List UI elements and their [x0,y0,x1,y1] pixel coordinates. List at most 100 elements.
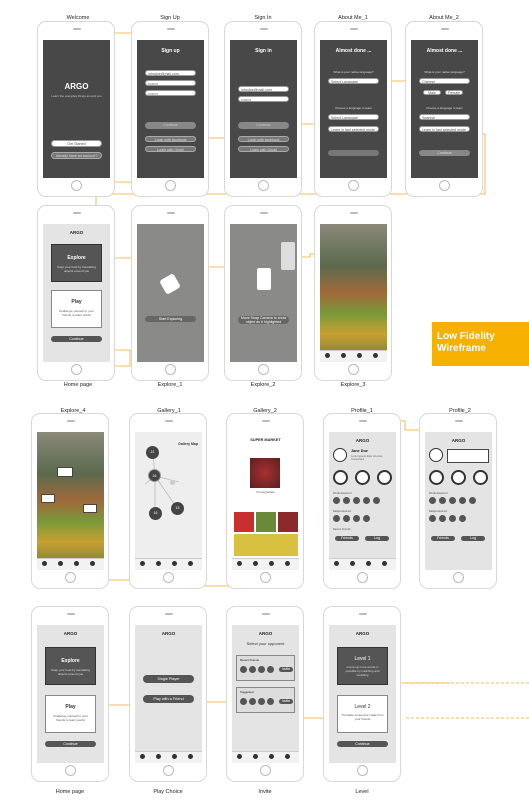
caption-invite: Invite [258,789,272,795]
native-language-select[interactable]: Chinese [419,78,470,84]
gallery-tab-icon[interactable] [269,561,274,566]
explore-tab-icon[interactable] [42,561,47,566]
screen-profile2: ARGO Words Explored Badges Earned Friend… [419,413,497,589]
about1-title: Almost done ... [335,48,372,54]
suggested-label: Suggested [240,690,254,694]
item-image[interactable] [250,458,280,488]
gallery-tab-icon[interactable] [74,561,79,566]
profile-tab-icon[interactable] [188,754,193,759]
thumb-image[interactable] [278,512,298,532]
gallery-tab-icon[interactable] [357,353,362,358]
banana-image[interactable] [234,534,298,556]
play-with-friend-button[interactable]: Play with a Friend [143,695,194,703]
explore-tab-icon[interactable] [237,561,242,566]
continue-button[interactable]: Continue [419,150,470,156]
confirm-password-field[interactable]: •••••••• [145,90,196,96]
get-started-button[interactable]: Get Started [51,140,102,147]
continue-button[interactable]: Continue [51,336,102,342]
learn-language-select[interactable]: Select Language [328,114,379,120]
friends-button[interactable]: Friends [431,536,455,541]
home-button-icon [163,765,174,776]
play-card[interactable]: Play Challenge yourself or your friends … [51,290,102,328]
password-field[interactable]: •••••••• [145,80,196,86]
gallery-tab-icon[interactable] [172,754,177,759]
recent-friends-label: Recent Friends [333,528,351,531]
object-label-box[interactable] [57,467,73,477]
playchoice-view: ARGO Single Player Play with a Friend [135,625,202,763]
gallery-tab-icon[interactable] [172,561,177,566]
screen-profile1: ARGO Jane Doe Lorem ipsum dolor sit amet… [323,413,401,589]
already-account-button[interactable]: Already have an account? [51,152,102,159]
female-option[interactable]: Female [445,90,463,95]
single-player-button[interactable]: Single Player [143,675,194,683]
invite-button[interactable]: Invite [279,667,293,672]
explore-tab-icon[interactable] [140,561,145,566]
learn-language-select[interactable]: Spanish [419,114,470,120]
explore-tab-icon[interactable] [334,561,339,566]
continue-button[interactable]: Continue [45,741,96,747]
explore-tab-icon[interactable] [237,754,242,759]
avatar[interactable] [333,448,347,462]
gallery-tab-icon[interactable] [366,561,371,566]
screen-signin: Sign in johndoe@mail.com •••••••• Contin… [224,21,302,197]
play-card[interactable]: Play Challenge yourself or your friends … [45,695,96,733]
object-label-box[interactable] [83,504,97,513]
gallery-node[interactable]: 16 [148,469,161,482]
play-tab-icon[interactable] [350,561,355,566]
level1-label: Level 1 [354,656,371,662]
thumb-image[interactable] [256,512,276,532]
gmail-login-button[interactable]: Login with Gmail [238,146,289,152]
invite-button[interactable]: Invite [279,699,293,704]
email-field[interactable]: johndoe@mail.com [145,70,196,76]
gallery-node[interactable]: 21 [146,446,159,459]
learn-mode-toggle[interactable]: Learn in fast selected mode [328,126,379,132]
play-tab-icon[interactable] [156,561,161,566]
level1-card[interactable]: Level 1 Come up more words in possible b… [337,647,388,685]
learn-mode-toggle[interactable]: Learn in fast selected mode [419,126,470,132]
signup-view: Sign up johndoe@mail.com •••••••• ••••••… [137,40,204,178]
explore-tab-icon[interactable] [325,353,330,358]
play-tab-icon[interactable] [253,754,258,759]
level-title: ARGO [355,631,370,636]
email-field[interactable]: johndoe@mail.com [238,86,289,92]
gallery-node-empty[interactable] [170,480,175,485]
play-tab-icon[interactable] [253,561,258,566]
male-option[interactable]: Male [423,90,441,95]
side-panel [281,242,295,270]
log-button[interactable]: Log [461,536,485,541]
badge-line1: Low Fidelity [437,331,495,342]
password-field[interactable]: •••••••• [238,96,289,102]
profile-tab-icon[interactable] [285,561,290,566]
continue-button[interactable]: Continue [145,122,196,129]
gallery-node[interactable]: 13 [171,502,184,515]
native-language-select[interactable]: Select Language [328,78,379,84]
explore-tab-icon[interactable] [140,754,145,759]
explore-card[interactable]: Explore Snap your food by translating ob… [45,647,96,685]
home-button-icon [165,180,176,191]
profile-tab-icon[interactable] [188,561,193,566]
continue-button[interactable]: Continue [337,741,388,747]
play-tab-icon[interactable] [341,353,346,358]
facebook-login-button[interactable]: Login with facebook [145,136,196,142]
edit-profile-popup[interactable] [447,449,489,463]
play-tab-icon[interactable] [156,754,161,759]
continue-button[interactable]: Continue [238,122,289,129]
profile-tab-icon[interactable] [382,561,387,566]
gallery-tab-icon[interactable] [269,754,274,759]
thumb-image[interactable] [234,512,254,532]
profile-tab-icon[interactable] [373,353,378,358]
gmail-login-button[interactable]: Login with Gmail [145,146,196,152]
play-tab-icon[interactable] [58,561,63,566]
avatar[interactable] [429,448,443,462]
profile-tab-icon[interactable] [90,561,95,566]
object-label-box[interactable] [41,494,55,503]
gallery-node[interactable]: 16 [149,507,162,520]
friends-button[interactable]: Friends [335,536,359,541]
profile-name: Jane Doe [351,449,368,453]
log-button[interactable]: Log [365,536,389,541]
explore-card[interactable]: Explore Snap your food by translating ob… [51,244,102,282]
bottom-tab-bar [329,558,396,570]
profile-tab-icon[interactable] [285,754,290,759]
facebook-login-button[interactable]: Login with facebook [238,136,289,142]
level2-card[interactable]: Level 2 Translate sentences made from yo… [337,695,388,733]
